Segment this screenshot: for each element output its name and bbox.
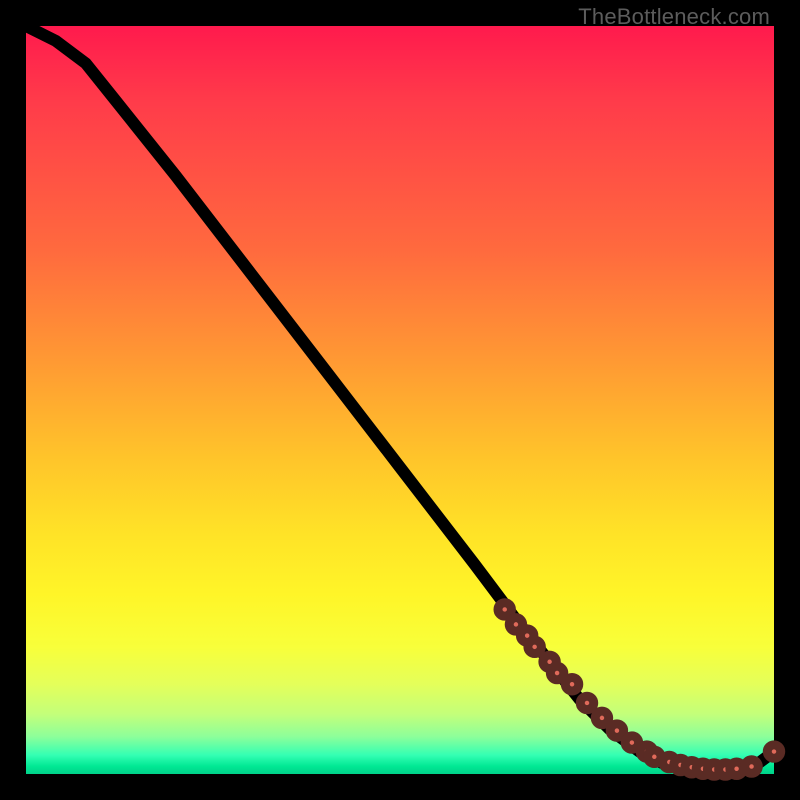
- plot-area: [26, 26, 774, 774]
- data-point: [580, 696, 593, 709]
- data-point: [498, 603, 511, 616]
- data-point: [767, 745, 780, 758]
- scatter-dots: [498, 603, 781, 777]
- data-point: [528, 640, 541, 653]
- data-point: [745, 760, 758, 773]
- data-point: [550, 666, 563, 679]
- chart-frame: TheBottleneck.com: [0, 0, 800, 800]
- data-point: [595, 711, 608, 724]
- data-point: [565, 678, 578, 691]
- bottleneck-curve: [26, 26, 774, 771]
- data-point: [610, 724, 623, 737]
- chart-svg: [26, 26, 774, 774]
